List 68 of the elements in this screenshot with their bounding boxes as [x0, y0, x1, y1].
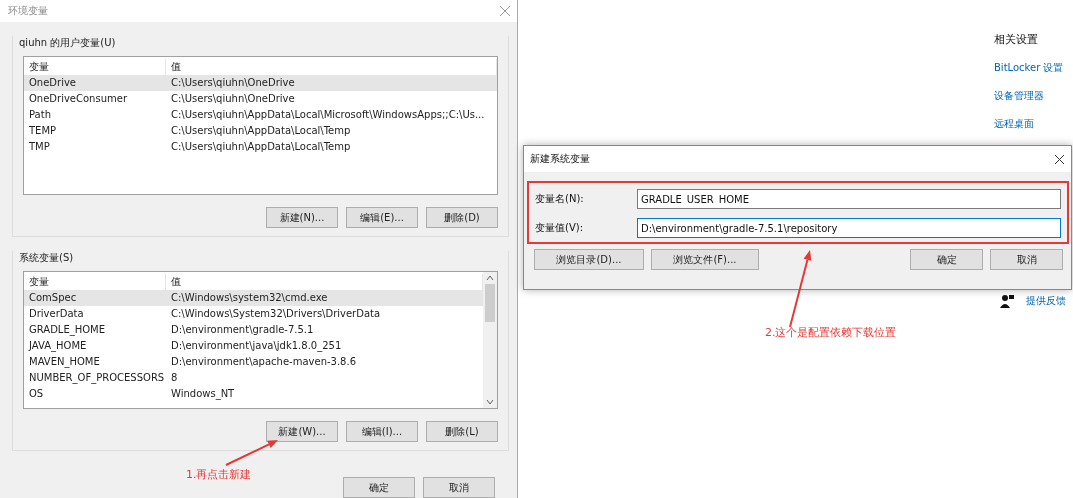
section-heading: 相关设置 — [994, 32, 1039, 47]
browse-button[interactable]: 浏览目录(D)... — [534, 249, 644, 270]
settings-link[interactable]: BitLocker 设置 — [994, 61, 1064, 75]
dialog-button[interactable]: 删除(L) — [426, 421, 498, 442]
input-field[interactable]: GRADLE_USER_HOME — [637, 189, 1061, 209]
variable-name: ComSpec — [28, 291, 78, 305]
list-row[interactable]: OneDrive C:\Users\qiuhn\OneDrive — [24, 75, 497, 91]
variable-value: C:\Users\qiuhn\AppData\Local\Microsoft\WindowsApps;;C:\Us... — [170, 108, 486, 122]
variable-value: C:\Windows\System32\Drivers\DriverData — [170, 307, 382, 321]
close-icon[interactable] — [1054, 153, 1065, 165]
variable-name: GRADLE_HOME — [28, 323, 107, 338]
dialog-button[interactable]: 确定 — [343, 477, 415, 498]
list-row[interactable]: NUMBER_OF_PROCESSORS 8 — [24, 370, 483, 386]
group-label: qiuhn 的用户变量(U) — [17, 36, 118, 50]
variable-value: C:\Users\qiuhn\AppData\Local\Temp — [170, 140, 352, 154]
annotation-text: 1.再点击新建 — [186, 467, 252, 482]
variable-name: OneDriveConsumer — [28, 92, 128, 106]
list-row[interactable]: MAVEN_HOME D:\environment\apache-maven-3.8.6 — [24, 354, 483, 370]
window-title: 环境变量 — [8, 4, 48, 18]
input-field[interactable]: D:\environment\gradle-7.5.1\repository — [637, 218, 1061, 238]
dialog-button[interactable]: 编辑(E)... — [346, 207, 418, 228]
variable-value: 8 — [170, 371, 179, 385]
variable-value: D:\environment\java\jdk1.8.0_251 — [170, 339, 343, 354]
annotation-text: 2.这个是配置依赖下载位置 — [765, 325, 897, 340]
dialog-title: 新建系统变量 — [530, 152, 590, 166]
settings-link[interactable]: 设备管理器 — [994, 89, 1064, 103]
list-row[interactable]: OS Windows_NT — [24, 386, 483, 402]
field-label: 变量值(V): — [535, 221, 584, 235]
list-row[interactable]: OneDriveConsumer C:\Users\qiuhn\OneDrive — [24, 91, 497, 107]
variable-value: D:\environment\apache-maven-3.8.6 — [170, 355, 358, 369]
feedback-link[interactable]: 提供反馈 — [1026, 294, 1066, 308]
browse-button[interactable]: 浏览文件(F)... — [651, 249, 759, 270]
list-row[interactable]: Path C:\Users\qiuhn\AppData\Local\Microsoft\WindowsApps;;C:\Us... — [24, 107, 497, 123]
variable-name: Path — [28, 108, 52, 122]
variable-value: Windows_NT — [170, 387, 236, 402]
feedback-icon — [1000, 294, 1014, 308]
scroll-thumb[interactable] — [485, 284, 495, 322]
list-row[interactable]: DriverData C:\Windows\System32\Drivers\DriverData — [24, 306, 483, 322]
dialog-button[interactable]: 删除(D) — [426, 207, 498, 228]
variable-name: OneDrive — [28, 76, 78, 90]
dialog-button[interactable]: 取消 — [990, 249, 1063, 270]
variable-name: MAVEN_HOME — [28, 355, 101, 370]
variable-name: TMP — [28, 140, 51, 154]
list-row[interactable]: TEMP C:\Users\qiuhn\AppData\Local\Temp — [24, 123, 497, 139]
variable-name: TEMP — [28, 124, 58, 138]
dialog-button[interactable]: 编辑(I)... — [346, 421, 418, 442]
settings-link[interactable]: 远程桌面 — [994, 117, 1064, 131]
variable-value: C:\Users\qiuhn\AppData\Local\Temp — [170, 124, 352, 138]
dialog-button[interactable]: 确定 — [910, 249, 983, 270]
variable-name: OS — [28, 387, 45, 401]
variable-name: DriverData — [28, 307, 85, 321]
variable-name: NUMBER_OF_PROCESSORS — [28, 371, 166, 386]
dialog-button[interactable]: 取消 — [423, 477, 495, 498]
list-row[interactable]: JAVA_HOME D:\environment\java\jdk1.8.0_251 — [24, 338, 483, 354]
list-row[interactable]: GRADLE_HOME D:\environment\gradle-7.5.1 — [24, 322, 483, 338]
annotation-arrow — [225, 440, 278, 466]
group-label: 系统变量(S) — [17, 251, 76, 265]
variable-value: C:\Windows\system32\cmd.exe — [170, 291, 329, 305]
field-label: 变量名(N): — [535, 192, 585, 206]
variable-name: JAVA_HOME — [27, 339, 88, 354]
list-row[interactable]: ComSpec C:\Windows\system32\cmd.exe — [24, 290, 483, 306]
dialog-button[interactable]: 新建(W)... — [266, 421, 338, 442]
dialog-button[interactable]: 新建(N)... — [266, 207, 338, 228]
scrollbar[interactable] — [483, 272, 497, 408]
variable-value: C:\Users\qiuhn\OneDrive — [170, 92, 296, 106]
list-row[interactable]: TMP C:\Users\qiuhn\AppData\Local\Temp — [24, 139, 497, 155]
variable-value: C:\Users\qiuhn\OneDrive — [170, 76, 296, 90]
variable-value: D:\environment\gradle-7.5.1 — [170, 323, 315, 337]
